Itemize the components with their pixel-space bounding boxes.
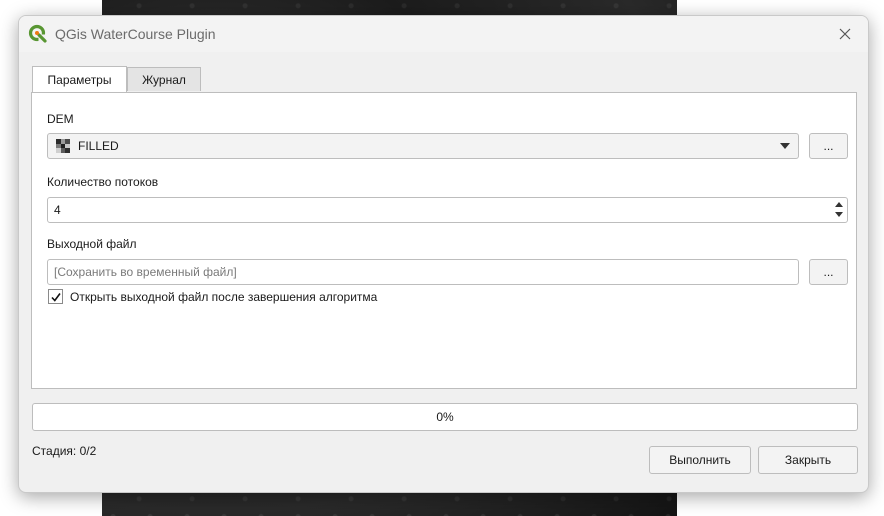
dem-combobox[interactable]: FILLED xyxy=(47,133,799,159)
dem-browse-button[interactable]: ... xyxy=(809,133,848,159)
tab-log[interactable]: Журнал xyxy=(127,67,201,91)
raster-layer-icon xyxy=(56,139,70,153)
spin-up-icon[interactable] xyxy=(835,202,843,207)
dem-selected-value: FILLED xyxy=(78,139,119,153)
tab-parameters[interactable]: Параметры xyxy=(32,66,127,92)
close-icon xyxy=(839,28,851,40)
chevron-down-icon xyxy=(780,143,790,149)
output-file-label: Выходной файл xyxy=(47,237,137,251)
stage-status: Стадия: 0/2 xyxy=(32,444,97,458)
threads-spinbox[interactable]: 4 xyxy=(47,197,848,223)
open-output-checkbox[interactable] xyxy=(48,289,63,304)
close-button[interactable]: Закрыть xyxy=(758,446,858,474)
output-browse-button[interactable]: ... xyxy=(809,259,848,285)
window-close-button[interactable] xyxy=(830,20,860,48)
dem-label: DEM xyxy=(47,112,74,126)
threads-label: Количество потоков xyxy=(47,175,159,189)
threads-value: 4 xyxy=(54,203,61,217)
checkmark-icon xyxy=(50,292,61,302)
spin-down-icon[interactable] xyxy=(835,212,843,217)
title-bar: QGis WaterCourse Plugin xyxy=(19,16,868,52)
run-button[interactable]: Выполнить xyxy=(649,446,751,474)
window-title: QGis WaterCourse Plugin xyxy=(55,26,216,42)
progress-text: 0% xyxy=(436,410,454,424)
open-output-label[interactable]: Открыть выходной файл после завершения а… xyxy=(70,290,377,304)
progress-bar: 0% xyxy=(32,403,858,431)
qgis-logo-icon xyxy=(28,24,47,43)
parameters-panel: DEM FILLED ... Количество потоков 4 Выхо… xyxy=(31,92,857,389)
output-file-input[interactable] xyxy=(47,259,799,285)
plugin-dialog: QGis WaterCourse Plugin Параметры Журнал… xyxy=(18,15,869,493)
